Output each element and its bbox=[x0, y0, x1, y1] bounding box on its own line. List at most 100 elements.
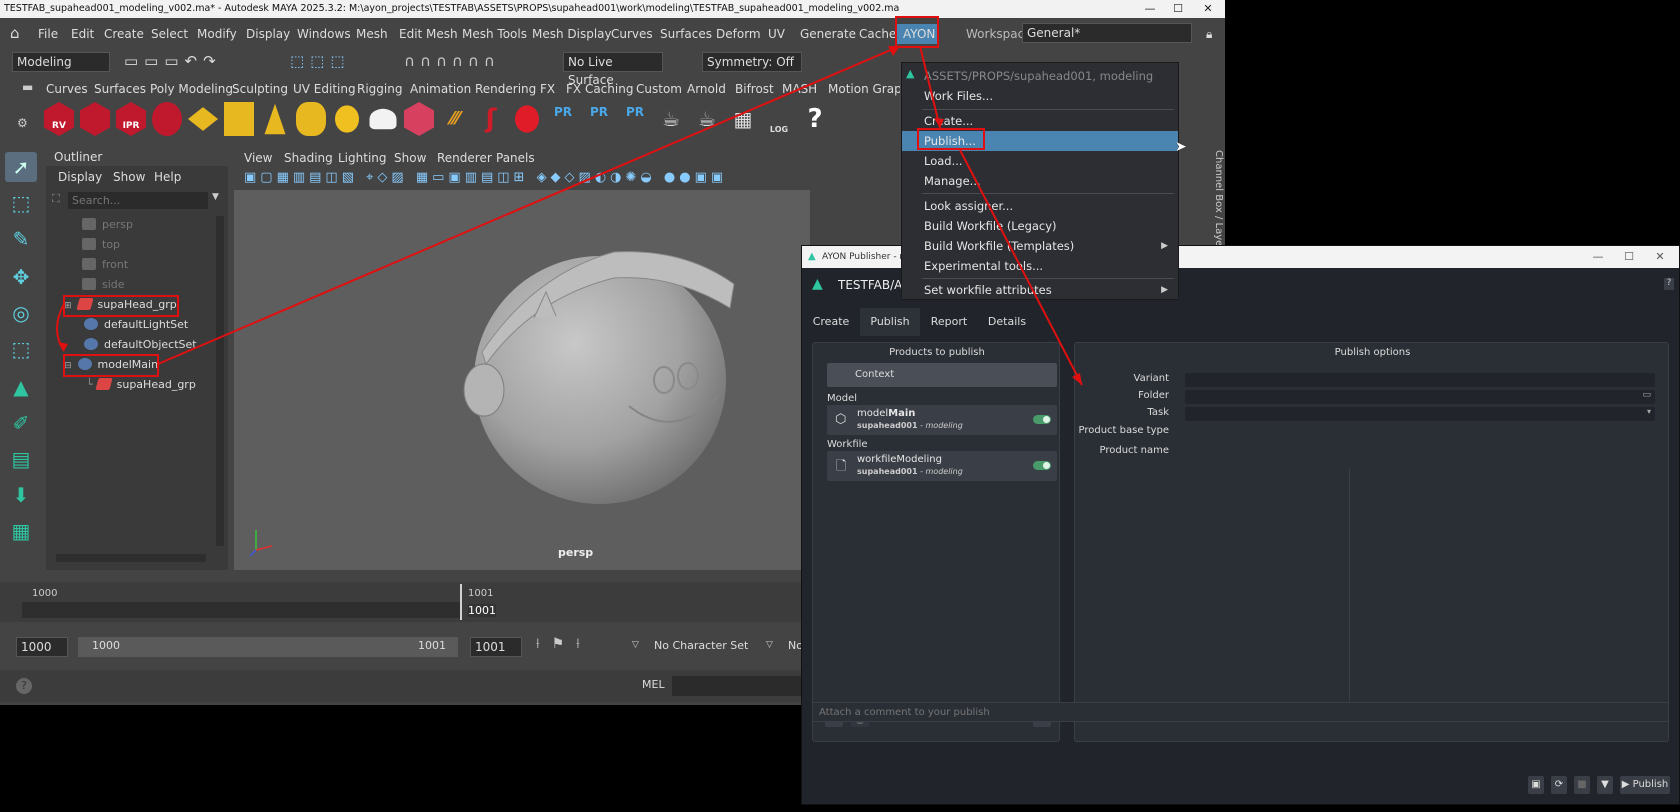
ayon-library-icon[interactable]: ▦ bbox=[5, 516, 37, 546]
menu-item-work-files[interactable]: Work Files... bbox=[902, 86, 1178, 106]
spot-light-icon[interactable] bbox=[264, 103, 286, 135]
time-slider[interactable]: 1000 1001 1001 bbox=[0, 582, 810, 622]
product-item-model-main[interactable]: ⬡ modelMain supahead001 - modeling bbox=[827, 405, 1057, 435]
publish-comment-input[interactable] bbox=[812, 702, 1669, 722]
help-line-icon[interactable]: ? bbox=[16, 678, 32, 694]
symmetry-select[interactable]: Symmetry: Off bbox=[702, 52, 802, 72]
shelf-tab-fx[interactable]: FX bbox=[540, 82, 555, 96]
keyframe-tools-icon[interactable]: ⟊⚑⟊ bbox=[536, 636, 592, 652]
viewport-menu-lighting[interactable]: Lighting bbox=[338, 151, 387, 165]
save-icon[interactable]: ▣ bbox=[1528, 776, 1544, 794]
help-icon[interactable]: ? bbox=[800, 102, 830, 136]
viewport-menu-show[interactable]: Show bbox=[394, 151, 426, 165]
pr-export-icon[interactable]: PR bbox=[548, 102, 578, 136]
menu-ayon[interactable]: AYON bbox=[896, 24, 938, 44]
character-set-field[interactable]: No Character Set bbox=[654, 639, 748, 652]
mesh-light-icon[interactable] bbox=[224, 102, 254, 136]
menu-item-build-workfile-templates[interactable]: Build Workfile (Templates) ▶ bbox=[902, 236, 1178, 256]
shelf-tab-sculpting[interactable]: Sculpting bbox=[232, 82, 288, 96]
outliner-item-supahead-grp[interactable]: ⊞ supaHead_grp bbox=[64, 296, 177, 314]
lasso-tool-icon[interactable]: ⬚ bbox=[5, 188, 37, 218]
select-tool-icon[interactable]: ➚ bbox=[5, 152, 37, 182]
menu-item-build-workfile-legacy[interactable]: Build Workfile (Legacy) bbox=[902, 216, 1178, 236]
menu-edit-mesh[interactable]: Edit Mesh bbox=[399, 27, 458, 41]
scale-tool-icon[interactable]: ⬚ bbox=[5, 334, 37, 364]
product-enable-toggle[interactable] bbox=[1033, 461, 1051, 470]
publisher-maximize-icon[interactable]: ☐ bbox=[1614, 246, 1644, 268]
menu-mesh-display[interactable]: Mesh Display bbox=[532, 27, 612, 41]
menu-item-publish[interactable]: Publish... bbox=[902, 131, 1178, 151]
shelf-tab-rendering[interactable]: Rendering bbox=[475, 82, 536, 96]
standin-icon[interactable]: ʃ bbox=[476, 102, 506, 136]
viewport-panel[interactable]: View Shading Lighting Show Renderer Pane… bbox=[234, 148, 810, 570]
photometric-light-icon[interactable] bbox=[296, 102, 326, 136]
menu-file[interactable]: File bbox=[38, 27, 58, 41]
render-sequence-icon[interactable] bbox=[80, 102, 110, 136]
menu-display[interactable]: Display bbox=[246, 27, 290, 41]
selection-tools-icon[interactable]: ⬚⬚⬚ bbox=[290, 52, 351, 70]
range-end-field[interactable]: 1001 bbox=[470, 637, 522, 657]
menu-curves[interactable]: Curves bbox=[611, 27, 653, 41]
viewport-menu-panels[interactable]: Panels bbox=[496, 151, 535, 165]
viewport-menu-view[interactable]: View bbox=[244, 151, 272, 165]
shelf-tab-custom[interactable]: Custom bbox=[636, 82, 682, 96]
product-enable-toggle[interactable] bbox=[1033, 415, 1051, 424]
outliner-item-top[interactable]: top bbox=[82, 236, 120, 254]
collapse-icon[interactable]: ⊟ bbox=[64, 361, 72, 371]
tab-create[interactable]: Create bbox=[802, 308, 860, 336]
shelf-tab-mash[interactable]: MASH bbox=[782, 82, 817, 96]
teapot-icon[interactable]: ☕︎ bbox=[656, 102, 686, 136]
snap-tools-icon[interactable]: ∩∩∩∩∩∩ bbox=[404, 52, 500, 70]
playhead[interactable] bbox=[460, 584, 462, 620]
outliner-item-side[interactable]: side bbox=[82, 276, 125, 294]
menu-uv[interactable]: UV bbox=[768, 27, 785, 41]
character-set-dropdown-icon[interactable]: ▽ bbox=[632, 640, 639, 650]
shelf-tab-bifrost[interactable]: Bifrost bbox=[735, 82, 774, 96]
range-slider[interactable]: 1000 1001 bbox=[78, 637, 458, 657]
menu-item-load[interactable]: Load... bbox=[902, 151, 1178, 171]
outliner-menu-display[interactable]: Display bbox=[58, 170, 102, 184]
variant-input[interactable] bbox=[1185, 373, 1655, 387]
menu-item-look-assigner[interactable]: Look assigner... bbox=[902, 196, 1178, 216]
render-view-icon[interactable]: RV bbox=[44, 102, 74, 136]
shelf-tab-uv-editing[interactable]: UV Editing bbox=[293, 82, 356, 96]
reset-icon[interactable]: ⟳ bbox=[1551, 776, 1567, 794]
menu-edit[interactable]: Edit bbox=[71, 27, 94, 41]
viewport-menu-renderer[interactable]: Renderer bbox=[437, 151, 492, 165]
menu-cache[interactable]: Cache bbox=[859, 27, 896, 41]
mode-select[interactable]: Modeling bbox=[12, 52, 110, 72]
range-start-field[interactable]: 1000 bbox=[16, 637, 68, 657]
viewport-tool-icons[interactable]: ▣▢▦▥▤◫▧ ⌖◇▨ ▦▭▣▥▤◫⊞ ◈◆◇▨◐◑✺◒ ●●▣▣ bbox=[244, 170, 727, 185]
tab-details[interactable]: Details bbox=[978, 308, 1036, 336]
shelf-tab-fx-caching[interactable]: FX Caching bbox=[566, 82, 633, 96]
menu-generate[interactable]: Generate bbox=[800, 27, 856, 41]
viewport-menu-shading[interactable]: Shading bbox=[284, 151, 333, 165]
menu-select[interactable]: Select bbox=[151, 27, 188, 41]
shelf-tab-animation[interactable]: Animation bbox=[410, 82, 471, 96]
outliner-item-front[interactable]: front bbox=[82, 256, 128, 274]
teapot-render-icon[interactable]: ☕︎ bbox=[692, 102, 722, 136]
outliner-h-scrollbar[interactable] bbox=[56, 554, 206, 562]
ayon-workfiles-icon[interactable]: ▤ bbox=[5, 444, 37, 474]
task-dropdown-icon[interactable]: ▾ bbox=[1647, 407, 1651, 416]
workspace-select[interactable]: General* bbox=[1022, 23, 1192, 43]
timeline-track[interactable] bbox=[22, 602, 460, 618]
folder-browse-icon[interactable]: ▭ bbox=[1642, 390, 1651, 400]
menu-item-set-workfile-attributes[interactable]: Set workfile attributes ▶ bbox=[902, 280, 1178, 300]
publisher-close-icon[interactable]: ✕ bbox=[1645, 246, 1675, 268]
anim-layer-dropdown-icon[interactable]: ▽ bbox=[766, 640, 773, 650]
outliner-item-default-object-set[interactable]: defaultObjectSet bbox=[84, 336, 197, 354]
move-tool-icon[interactable]: ✥ bbox=[5, 262, 37, 292]
folder-input[interactable]: ▭ bbox=[1185, 390, 1655, 404]
outliner-filter-icon[interactable]: ⛶ bbox=[52, 192, 60, 206]
menu-mesh-tools[interactable]: Mesh Tools bbox=[462, 27, 527, 41]
file-tools-icon[interactable]: ▭▭▭↶↷ bbox=[124, 52, 222, 70]
publisher-help-button[interactable]: ? bbox=[1664, 278, 1674, 290]
script-editor-icon[interactable]: ▦ bbox=[728, 102, 758, 136]
log-icon[interactable]: LOG bbox=[764, 102, 794, 136]
menu-surfaces[interactable]: Surfaces bbox=[660, 27, 712, 41]
menu-item-experimental-tools[interactable]: Experimental tools... bbox=[902, 256, 1178, 276]
volume-icon[interactable] bbox=[404, 102, 434, 136]
menu-deform[interactable]: Deform bbox=[716, 27, 761, 41]
outliner-scrollbar[interactable] bbox=[216, 216, 224, 546]
